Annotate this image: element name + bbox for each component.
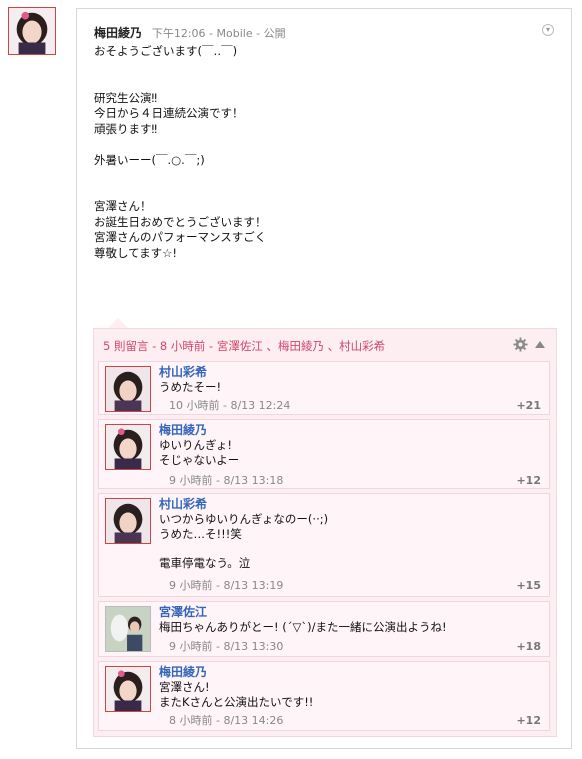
plus-one-count[interactable]: +21 [516,399,541,413]
plus-one-count[interactable]: +12 [516,474,541,488]
commenter-name[interactable]: 村山彩希 [159,365,207,379]
post-author-name[interactable]: 梅田綾乃 [94,26,142,40]
comment-item: 村山彩希 いつからゆいりんぎょなのー(··;) うめた…そ!!!笑 電車停電なう… [98,493,550,597]
post-time[interactable]: 下午12:06 [152,27,206,40]
commenter-name[interactable]: 村山彩希 [159,497,207,511]
comment-text: 宮澤さん! またKさんと公演出たいです!! [159,680,314,709]
comment-item: 梅田綾乃 ゆいりんぎょ! そじゃないよー 9 小時前 - 8/13 13:18 … [98,419,550,489]
comment-time[interactable]: 9 小時前 - 8/13 13:19 [169,579,283,593]
comment-item: 梅田綾乃 宮澤さん! またKさんと公演出たいです!! 8 小時前 - 8/13 … [98,661,550,731]
commenter-avatar[interactable] [105,666,151,712]
post-body-text: おそようございます(￣‥￣) 研究生公演‼ 今日から４日連続公演です！ 頑張りま… [94,44,267,260]
comment-time[interactable]: 9 小時前 - 8/13 13:30 [169,640,283,654]
comment-time[interactable]: 10 小時前 - 8/13 12:24 [169,399,290,413]
commenter-name[interactable]: 梅田綾乃 [159,665,207,679]
meta-separator: - [205,27,217,40]
plus-one-count[interactable]: +18 [516,640,541,654]
gear-icon[interactable] [513,337,528,352]
comment-time[interactable]: 8 小時前 - 8/13 14:26 [169,714,283,728]
comments-summary-link[interactable]: 5 則留言 - 8 小時前 - 宮澤佐江 、梅田綾乃 、村山彩希 [103,339,385,353]
commenter-avatar[interactable] [105,606,151,652]
commenter-avatar[interactable] [105,424,151,470]
comments-pointer [108,318,128,328]
comment-text: ゆいりんぎょ! そじゃないよー [159,438,240,467]
comment-text: いつからゆいりんぎょなのー(··;) うめた…そ!!!笑 電車停電なう。泣 [159,512,329,570]
post-header: 梅田綾乃 下午12:06 - Mobile - 公開 [94,25,286,42]
commenter-name[interactable]: 梅田綾乃 [159,423,207,437]
comment-time[interactable]: 9 小時前 - 8/13 13:18 [169,474,283,488]
plus-one-count[interactable]: +15 [516,579,541,593]
comment-text: うめたそー! [159,380,222,394]
meta-separator: - [252,27,264,40]
chevron-down-icon[interactable]: ▾ [542,24,554,36]
plus-one-count[interactable]: +12 [516,714,541,728]
commenter-avatar[interactable] [105,498,151,544]
post-visibility[interactable]: 公開 [264,27,286,40]
collapse-triangle-icon[interactable] [535,341,545,348]
commenter-avatar[interactable] [105,366,151,412]
post-author-avatar[interactable] [8,7,56,55]
comment-text: 梅田ちゃんありがとー! (´▽`)/また一緒に公演出ようね! [159,620,447,634]
post-source: Mobile [216,27,253,40]
commenter-name[interactable]: 宮澤佐江 [159,605,207,619]
comment-item: 村山彩希 うめたそー! 10 小時前 - 8/13 12:24 +21 [98,361,550,415]
comment-item: 宮澤佐江 梅田ちゃんありがとー! (´▽`)/また一緒に公演出ようね! 9 小時… [98,601,550,657]
